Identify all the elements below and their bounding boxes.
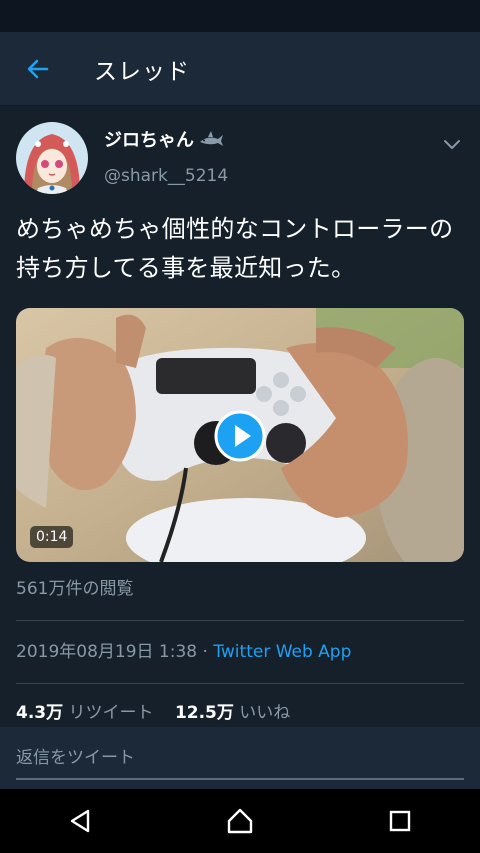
- reply-bar: 返信をツイート: [0, 727, 480, 789]
- retweet-count[interactable]: 4.3万: [16, 703, 63, 723]
- status-bar: [0, 0, 480, 32]
- arrow-left-icon: [27, 59, 49, 78]
- nav-home-button[interactable]: [208, 789, 272, 853]
- like-label[interactable]: いいね: [239, 703, 290, 723]
- video-duration: 0:14: [30, 526, 74, 548]
- retweet-label[interactable]: リツイート: [69, 703, 154, 723]
- chevron-down-icon[interactable]: [440, 132, 464, 156]
- avatar-image: [16, 122, 88, 194]
- username[interactable]: @shark__5214: [104, 166, 228, 186]
- meta-separator: ·: [197, 642, 214, 662]
- tweet-header: ジロちゃん @shark__5214: [16, 122, 464, 198]
- view-count: 561万件の閲覧: [16, 579, 134, 599]
- video-player[interactable]: 0:14: [16, 308, 464, 562]
- nav-back-button[interactable]: [48, 789, 112, 853]
- like-count[interactable]: 12.5万: [175, 703, 234, 723]
- back-button[interactable]: [10, 41, 66, 97]
- app-bar: スレッド: [0, 32, 480, 106]
- display-name-text: ジロちゃん: [104, 130, 194, 151]
- shark-emoji-icon: [200, 131, 223, 146]
- tweet-meta: 2019年08月19日 1:38 · Twitter Web App: [16, 621, 464, 683]
- reply-input[interactable]: 返信をツイート: [16, 743, 464, 780]
- play-icon[interactable]: [214, 410, 266, 462]
- triangle-back-icon: [70, 809, 90, 833]
- tweet-text: めちゃめちゃ個性的なコントローラーの持ち方してる事を最近知った。: [16, 215, 454, 282]
- tweet-datetime: 2019年08月19日 1:38: [16, 642, 198, 662]
- page-title: スレッド: [94, 58, 190, 85]
- display-name[interactable]: ジロちゃん: [104, 126, 228, 152]
- nav-recents-button[interactable]: [368, 789, 432, 853]
- home-icon: [227, 808, 253, 834]
- tweet: ジロちゃん @shark__5214 めちゃめちゃ個性的なコントローラーの持ち方…: [0, 106, 480, 742]
- source-link[interactable]: Twitter Web App: [213, 642, 351, 662]
- square-recents-icon: [389, 810, 411, 832]
- avatar[interactable]: [16, 122, 88, 194]
- system-nav-bar: [0, 789, 480, 853]
